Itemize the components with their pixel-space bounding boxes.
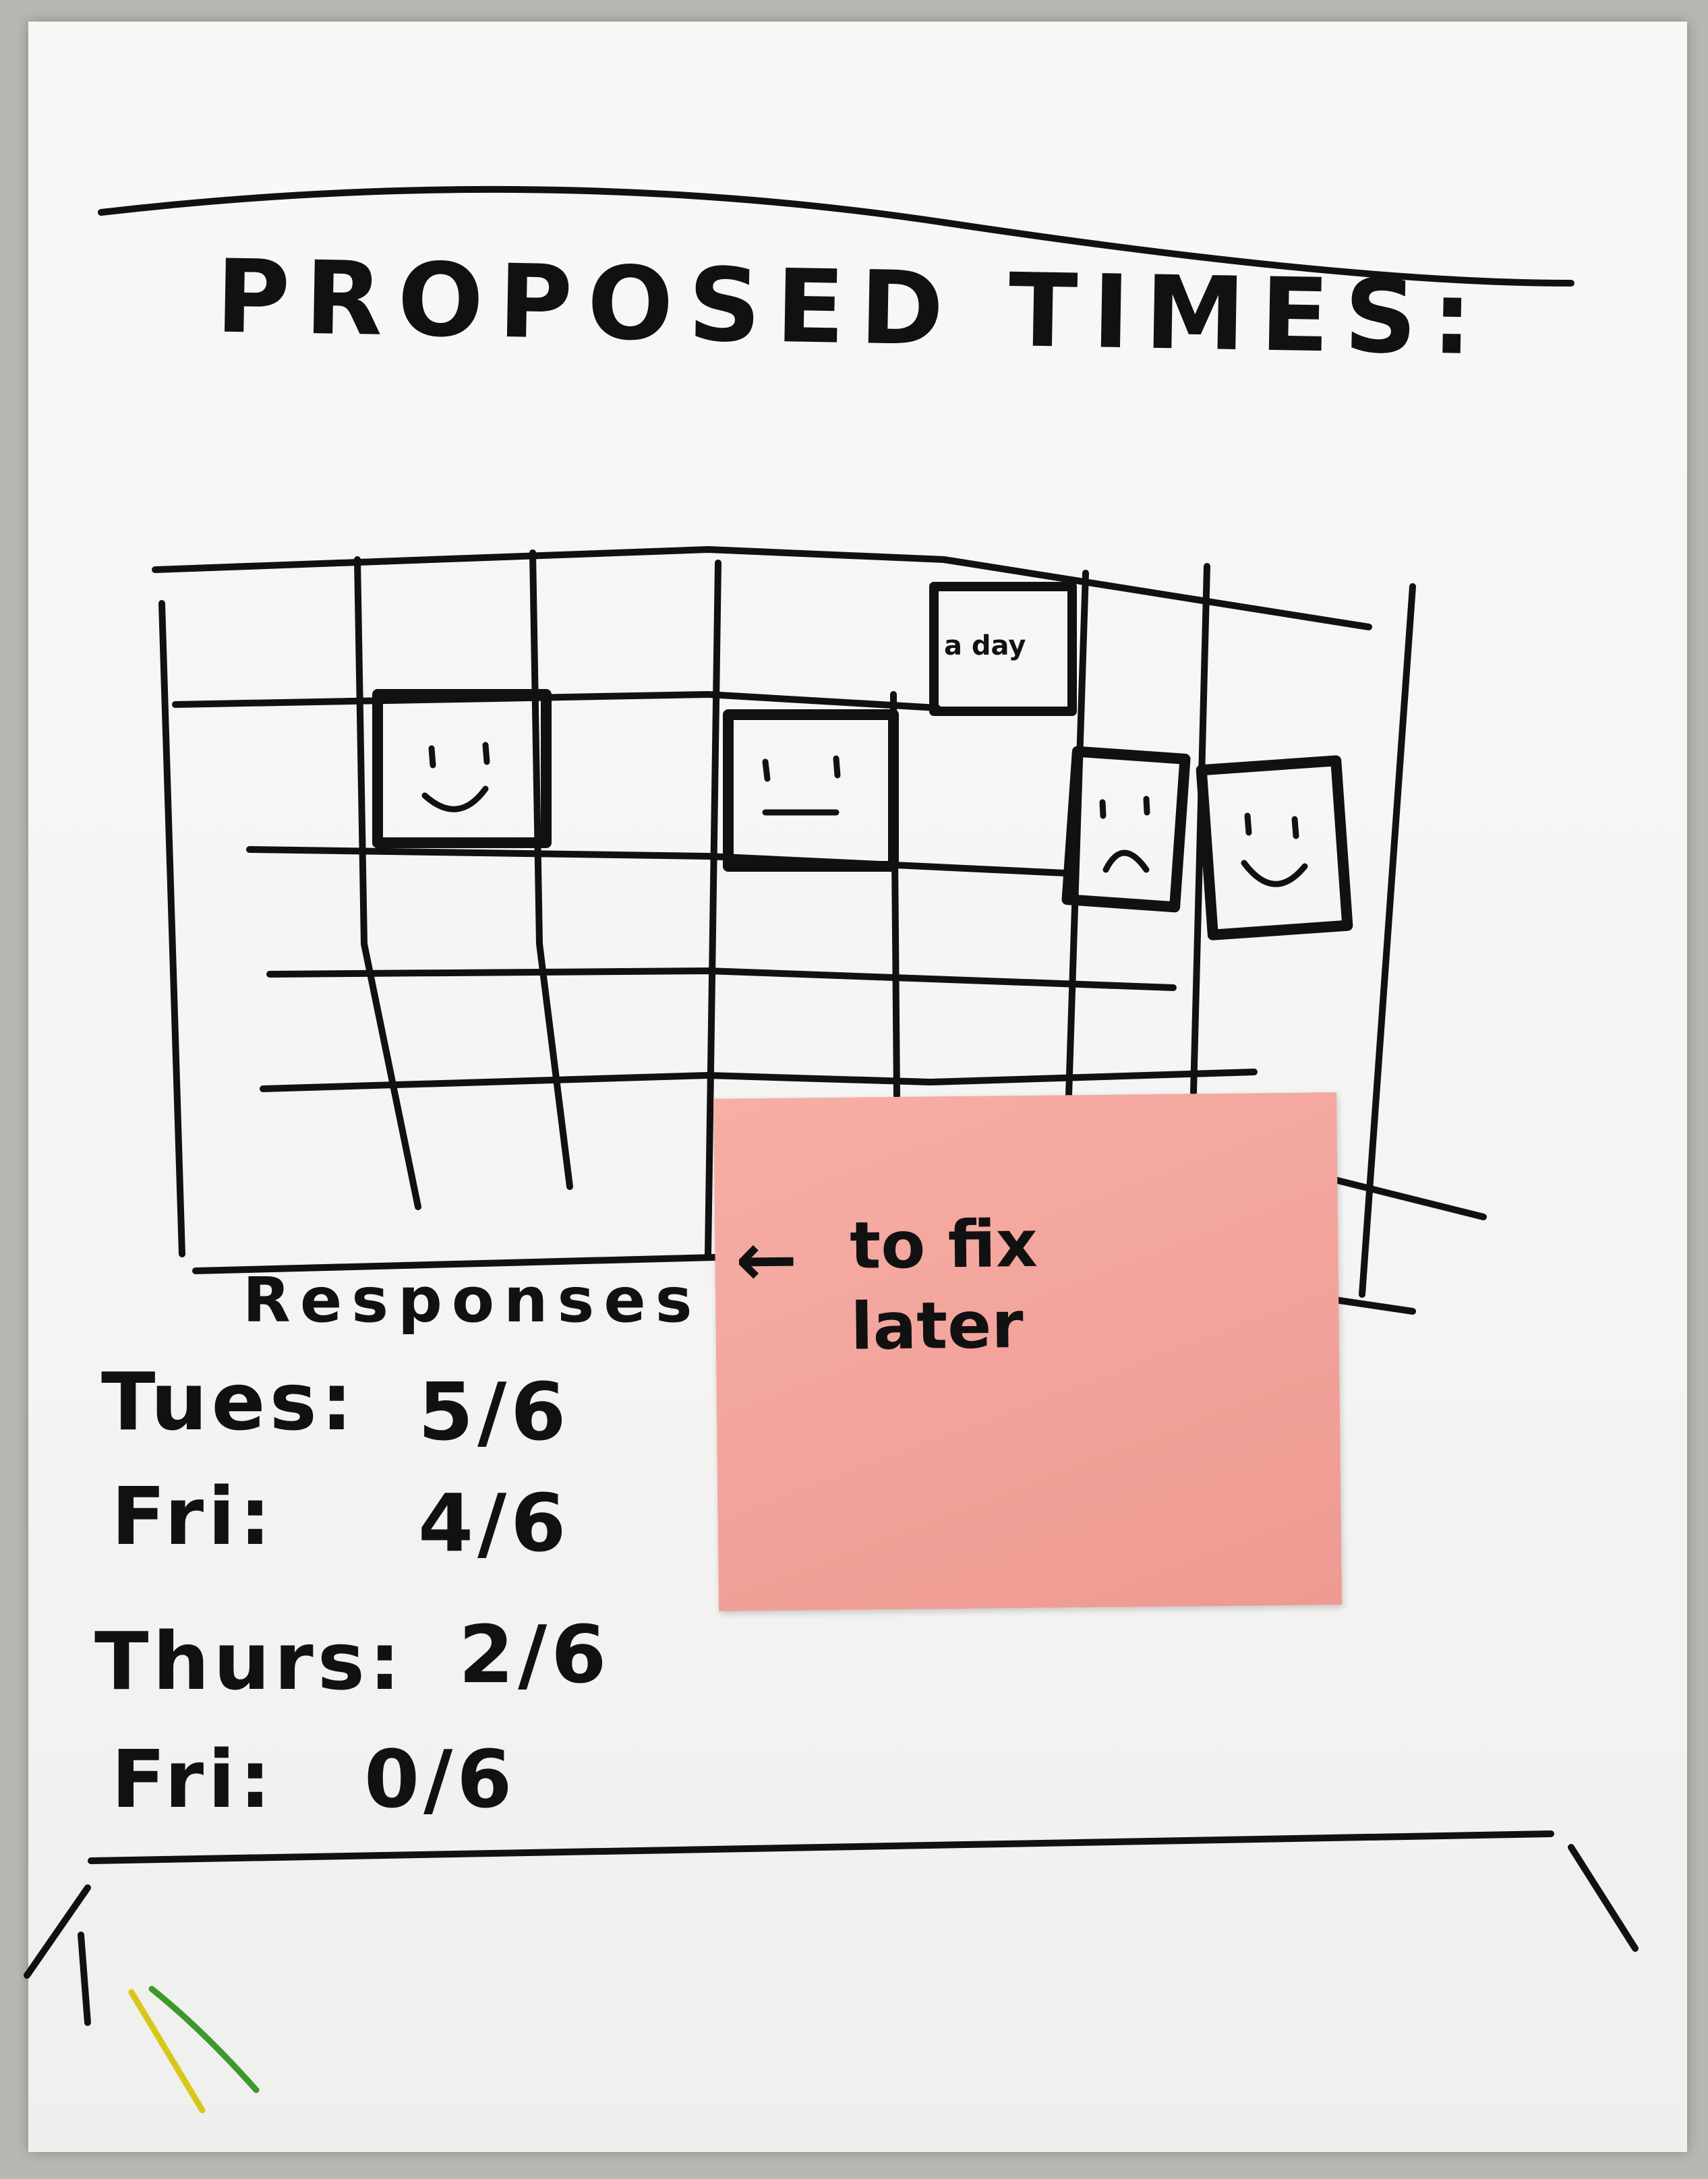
response-day: Fri: [111, 1733, 275, 1826]
happy-face-box-1 [372, 689, 552, 848]
sticky-note-line: later [850, 1287, 1024, 1365]
responses-label: Responses [243, 1264, 702, 1336]
calendar-left-edge [158, 600, 185, 1257]
calendar-top-edge [152, 546, 1372, 630]
sticky-note-text: to fix later [850, 1203, 1039, 1367]
footer-divider-line [88, 1830, 1554, 1864]
neutral-face-box [723, 709, 899, 872]
happy-face-box-2 [1196, 755, 1353, 941]
yellow-marker-stroke [128, 1989, 206, 2114]
response-value: 5/6 [418, 1365, 570, 1458]
sticky-note-line: to fix [849, 1205, 1038, 1284]
sad-face-box [1061, 746, 1191, 913]
response-value: 2/6 [459, 1608, 611, 1701]
sticky-note: ← to fix later [713, 1092, 1342, 1611]
arrow-left-icon: ← [734, 1216, 798, 1303]
busy-event-label: a day [944, 630, 1026, 661]
page-title: PROPOSED TIMES: [214, 238, 1488, 378]
response-day: Fri: [111, 1470, 275, 1563]
response-value: 4/6 [418, 1476, 570, 1570]
response-value: 0/6 [364, 1733, 517, 1826]
green-marker-stroke [148, 1986, 260, 2093]
response-day: Thurs: [94, 1615, 405, 1708]
response-day: Tues: [101, 1355, 357, 1448]
